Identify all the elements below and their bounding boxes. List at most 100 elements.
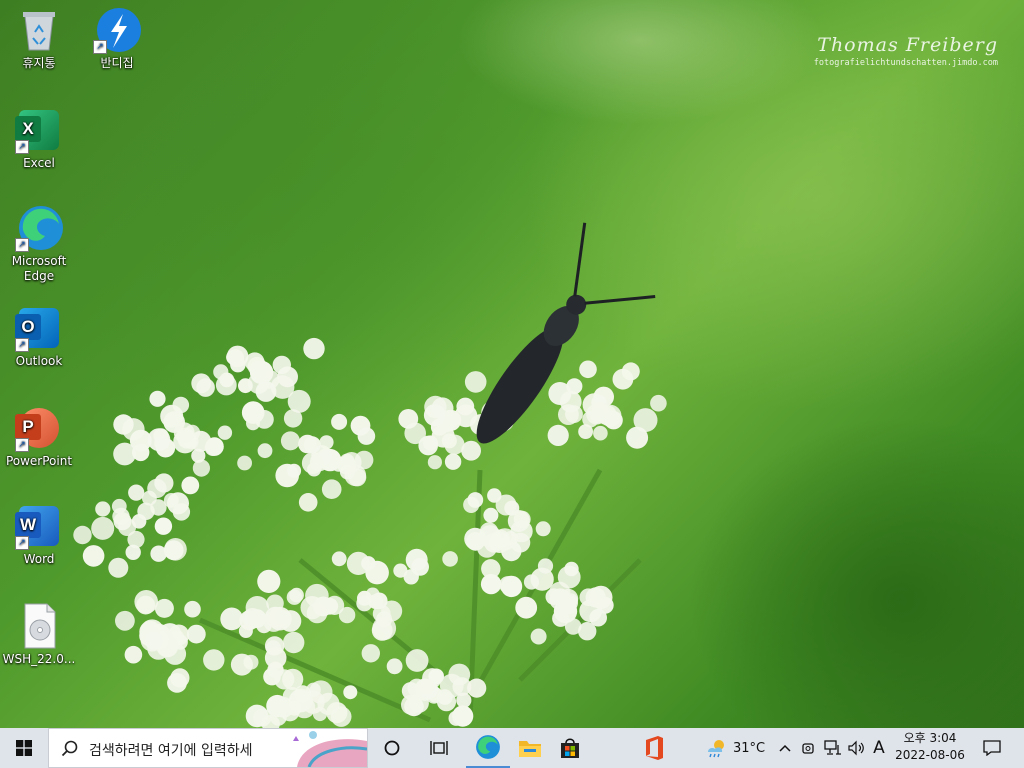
taskbar-search-box[interactable]: 검색하려면 여기에 입력하세	[48, 728, 368, 768]
blossom	[558, 404, 579, 425]
taskbar-office-button[interactable]	[634, 728, 674, 768]
blossom	[356, 595, 373, 612]
shortcut-arrow-icon: ↗	[15, 238, 29, 252]
notification-center-button[interactable]	[972, 728, 1012, 768]
folder-icon	[519, 741, 541, 757]
blossom	[277, 366, 298, 388]
blossom	[303, 337, 325, 360]
taskbar-edge-button[interactable]	[466, 728, 510, 768]
blossom	[452, 677, 472, 696]
shortcut-arrow-icon: ↗	[15, 140, 29, 154]
flower-stems	[199, 468, 642, 723]
blossom	[286, 589, 303, 605]
shortcut-arrow-icon: ↗	[93, 40, 107, 54]
blossom	[256, 617, 272, 634]
shortcut-arrow-icon: ↗	[15, 536, 29, 550]
blossom	[442, 412, 457, 427]
blossom	[289, 688, 313, 713]
desktop-icon-wsh-file[interactable]: WSH_22.0...	[2, 602, 76, 667]
blossom	[423, 404, 446, 427]
blossom	[238, 624, 253, 638]
taskbar-clock[interactable]: 오후 3:04 2022-08-06	[890, 730, 970, 764]
blossom	[348, 468, 367, 487]
blossom	[286, 700, 302, 716]
desktop-icon-recycle-bin[interactable]: 휴지통	[2, 6, 76, 71]
blossom	[562, 595, 578, 611]
blossom	[319, 435, 334, 450]
watermark-name: Thomas Freiberg	[817, 34, 998, 56]
tray-meet-now-button[interactable]	[798, 728, 820, 768]
excel-icon: X ↗	[15, 106, 63, 154]
blossom	[139, 625, 161, 647]
blossom	[136, 595, 156, 615]
blossom	[464, 371, 487, 393]
blossom	[510, 520, 533, 543]
blossom	[601, 405, 617, 421]
blossom	[467, 678, 487, 698]
blossom	[131, 514, 147, 529]
blossom	[578, 622, 597, 641]
bandizip-icon: ↗	[93, 6, 141, 54]
blossom	[444, 434, 465, 455]
desktop-icon-word[interactable]: W ↗ Word	[2, 502, 76, 567]
blossom	[470, 414, 491, 436]
desktop-icon-outlook[interactable]: O ↗ Outlook	[2, 304, 76, 369]
blossom	[376, 611, 393, 628]
blossom	[495, 494, 517, 516]
desktop-icon-bandizip[interactable]: ↗ 반디집	[80, 6, 154, 71]
blossom	[247, 356, 267, 376]
blossom	[275, 609, 290, 625]
beetle	[476, 222, 656, 444]
cortana-button[interactable]	[372, 728, 412, 768]
blossom	[150, 499, 167, 516]
blossom	[502, 531, 519, 547]
blossom	[215, 374, 237, 396]
blossom	[515, 596, 538, 619]
weather-temperature: 31°C	[732, 740, 766, 756]
blossom	[168, 624, 190, 646]
blossom	[337, 455, 357, 475]
blossom	[418, 435, 439, 456]
taskbar-store-button[interactable]	[550, 728, 590, 768]
blossom	[331, 456, 347, 472]
blossom	[245, 704, 269, 728]
blossom	[549, 588, 572, 611]
blossom	[479, 522, 499, 541]
tray-network-button[interactable]	[822, 728, 844, 768]
flower-blossoms	[73, 337, 667, 728]
blossom	[409, 693, 429, 713]
show-hidden-icons-button[interactable]	[776, 728, 794, 768]
blossom	[159, 637, 177, 655]
tray-volume-button[interactable]	[846, 728, 868, 768]
blossom	[441, 411, 459, 429]
blossom	[563, 593, 578, 608]
taskbar-file-explorer-button[interactable]	[510, 728, 550, 768]
blossom	[172, 634, 188, 650]
blossom	[621, 362, 640, 381]
blossom	[154, 473, 174, 493]
blossom	[487, 488, 502, 503]
blossom	[293, 696, 316, 719]
shortcut-arrow-icon: ↗	[15, 438, 29, 452]
blossom	[287, 389, 311, 413]
blossom	[513, 510, 531, 528]
blossom	[401, 682, 420, 700]
blossom	[491, 529, 510, 549]
input-method-indicator[interactable]: A	[868, 728, 890, 768]
blossom	[270, 375, 295, 399]
desktop-icon-excel[interactable]: X ↗ Excel	[2, 106, 76, 171]
blossom	[578, 424, 593, 439]
blossom	[633, 408, 658, 433]
weather-widget[interactable]: 31°C	[700, 728, 770, 768]
desktop-icon-edge[interactable]: ↗ Microsoft Edge	[2, 204, 76, 284]
blossom	[398, 409, 419, 429]
task-view-button[interactable]	[420, 728, 460, 768]
blossom	[448, 710, 464, 726]
blossom	[266, 694, 289, 718]
start-button[interactable]	[0, 728, 48, 768]
blossom	[249, 360, 267, 379]
blossom	[404, 696, 424, 717]
blossom	[305, 583, 329, 608]
desktop-icon-powerpoint[interactable]: P ↗ PowerPoint	[2, 404, 76, 469]
blossom	[203, 649, 225, 671]
